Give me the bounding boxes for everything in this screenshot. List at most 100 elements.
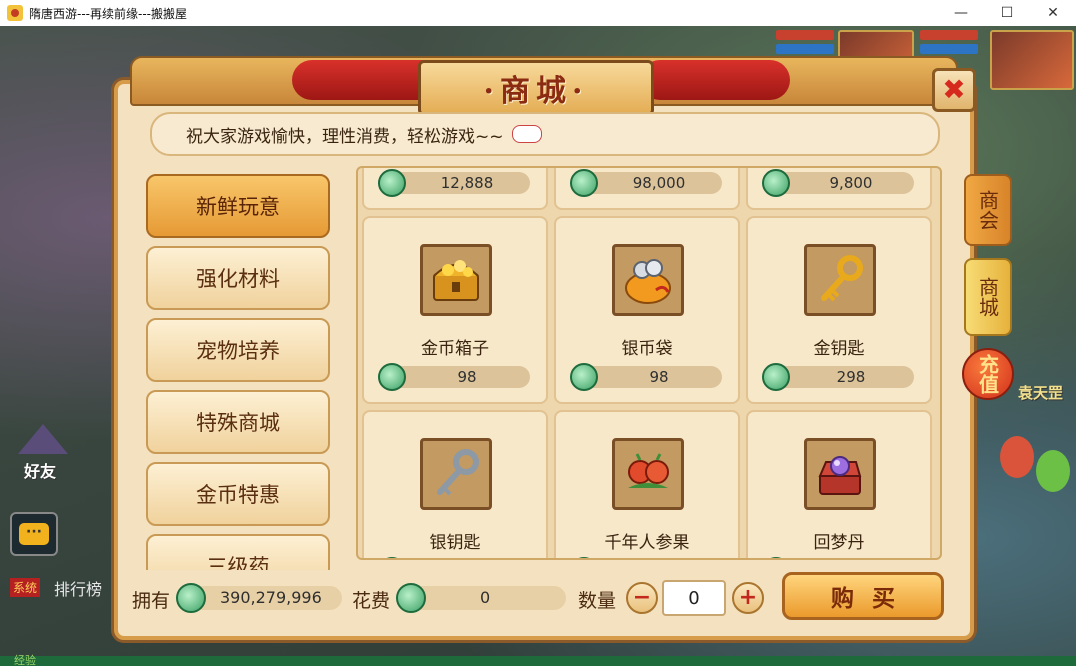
jade-coin-icon	[570, 363, 598, 391]
jade-coin-icon	[762, 557, 790, 558]
jade-coin-icon	[570, 557, 598, 558]
side-tab-recharge[interactable]: 充值	[962, 348, 1014, 400]
wizard-hat-icon	[18, 424, 68, 454]
quantity-decrease-button[interactable]: −	[626, 582, 658, 614]
owned-value: 390,279,996	[220, 588, 322, 607]
quantity-label: 数量	[578, 590, 617, 612]
red-ribbon-right	[640, 60, 790, 100]
hp-bar	[776, 30, 834, 40]
chat-button[interactable]: ···	[10, 512, 58, 556]
npc-name-label: 袁天罡	[1018, 384, 1064, 402]
window-controls: — ☐ ✕	[938, 0, 1076, 26]
window-title: 隋唐西游---再续前缘---搬搬屋	[29, 6, 187, 21]
owned-amount: 390,279,996	[176, 583, 342, 613]
side-tab-mall[interactable]: 商城	[964, 258, 1012, 336]
window-close-button[interactable]: ✕	[1030, 0, 1076, 26]
item-cell[interactable]: 12,888	[362, 168, 548, 210]
ranking-button[interactable]: 排行榜	[54, 576, 102, 600]
jade-coin-icon	[378, 363, 406, 391]
buy-button[interactable]: 购买	[782, 572, 944, 620]
shop-close-button[interactable]: ✖	[932, 68, 976, 112]
item-grid[interactable]: 12,888 98,000 9,800 金币箱子 98 银币袋 98 金钥匙 2…	[356, 166, 942, 560]
item-price: 298	[836, 368, 866, 386]
gold-key-icon	[804, 244, 876, 316]
exp-label: 经验	[14, 654, 36, 666]
shop-title: ·商城·	[483, 74, 589, 109]
dream-pill-box-icon	[804, 438, 876, 510]
item-cell-gold-key[interactable]: 金钥匙 298	[746, 216, 932, 404]
item-name: 银钥匙	[429, 533, 481, 553]
item-price: 98	[649, 368, 669, 386]
price-pill: 98	[378, 363, 530, 391]
friend-button[interactable]: 好友	[10, 424, 76, 484]
jade-coin-icon	[378, 169, 406, 197]
category-special-shop[interactable]: 特殊商城	[146, 390, 330, 454]
category-tier3-potions[interactable]: 三级药	[146, 534, 330, 570]
item-cell-gold-chest[interactable]: 金币箱子 98	[362, 216, 548, 404]
jade-coin-icon	[378, 557, 406, 558]
balloon-decoration	[1036, 450, 1070, 492]
price-pill: 98,000	[570, 169, 722, 197]
mp-bar	[776, 44, 834, 54]
player-portrait[interactable]	[990, 30, 1074, 90]
mascot-icon	[511, 125, 542, 143]
purchase-footer: 拥有 390,279,996 花费 0 数量 − + 购买	[124, 572, 964, 628]
item-cell-ginseng[interactable]: 千年人参果	[554, 410, 740, 558]
chat-bubble-icon: ···	[19, 523, 49, 545]
cost-value: 0	[480, 588, 491, 607]
side-tab-trade-guild[interactable]: 商会	[964, 174, 1012, 246]
balloon-decoration	[1000, 436, 1034, 478]
item-cell[interactable]: 9,800	[746, 168, 932, 210]
item-cell-silver-key[interactable]: 银钥匙	[362, 410, 548, 558]
item-price: 98,000	[632, 174, 686, 192]
hud-status-bars-left	[776, 30, 834, 56]
item-price: 9,800	[829, 174, 873, 192]
jade-coin-icon	[176, 583, 206, 613]
category-gold-deals[interactable]: 金币特惠	[146, 462, 330, 526]
owned-label: 拥有	[132, 590, 171, 612]
experience-bar	[0, 656, 1076, 666]
player-hp-bar	[920, 30, 978, 40]
item-name: 银币袋	[621, 339, 673, 359]
jade-coin-icon	[762, 169, 790, 197]
item-cell[interactable]: 98,000	[554, 168, 740, 210]
window-titlebar: 隋唐西游---再续前缘---搬搬屋 — ☐ ✕	[0, 0, 1076, 26]
item-name: 金币箱子	[421, 339, 489, 359]
friend-label: 好友	[24, 462, 57, 481]
category-list: 新鲜玩意 强化材料 宠物培养 特殊商城 金币特惠 三级药	[124, 164, 354, 570]
item-cell-dream-pill[interactable]: 回梦丹	[746, 410, 932, 558]
item-name: 回梦丹	[813, 533, 865, 553]
price-pill: 9,800	[762, 169, 914, 197]
maximize-button[interactable]: ☐	[984, 0, 1030, 26]
shop-title-plaque: ·商城·	[418, 60, 654, 116]
close-icon: ✖	[942, 73, 966, 106]
price-pill: 98	[570, 363, 722, 391]
price-pill: 12,888	[378, 169, 530, 197]
app-icon	[7, 5, 23, 21]
item-name: 金钥匙	[813, 339, 865, 359]
item-cell-silver-bag[interactable]: 银币袋 98	[554, 216, 740, 404]
category-pet-training[interactable]: 宠物培养	[146, 318, 330, 382]
category-enhance-materials[interactable]: 强化材料	[146, 246, 330, 310]
jade-coin-icon	[762, 363, 790, 391]
cost-label: 花费	[352, 590, 391, 612]
hud-status-bars-right	[920, 30, 978, 56]
ginseng-fruit-icon	[612, 438, 684, 510]
item-price: 12,888	[440, 174, 494, 192]
item-name: 千年人参果	[604, 533, 690, 553]
price-pill: 298	[762, 363, 914, 391]
gold-chest-icon	[420, 244, 492, 316]
silver-key-icon	[420, 438, 492, 510]
notice-bar: 祝大家游戏愉快，理性消费，轻松游戏~~	[150, 112, 940, 156]
jade-coin-icon	[570, 169, 598, 197]
silver-coin-bag-icon	[612, 244, 684, 316]
quantity-increase-button[interactable]: +	[732, 582, 764, 614]
category-fresh-items[interactable]: 新鲜玩意	[146, 174, 330, 238]
notice-text: 祝大家游戏愉快，理性消费，轻松游戏~~	[186, 126, 504, 147]
jade-coin-icon	[396, 583, 426, 613]
minimize-button[interactable]: —	[938, 0, 984, 26]
system-channel-tag: 系统	[10, 578, 41, 597]
cost-amount: 0	[396, 583, 566, 613]
quantity-input[interactable]	[662, 580, 726, 616]
item-price: 98	[457, 368, 477, 386]
